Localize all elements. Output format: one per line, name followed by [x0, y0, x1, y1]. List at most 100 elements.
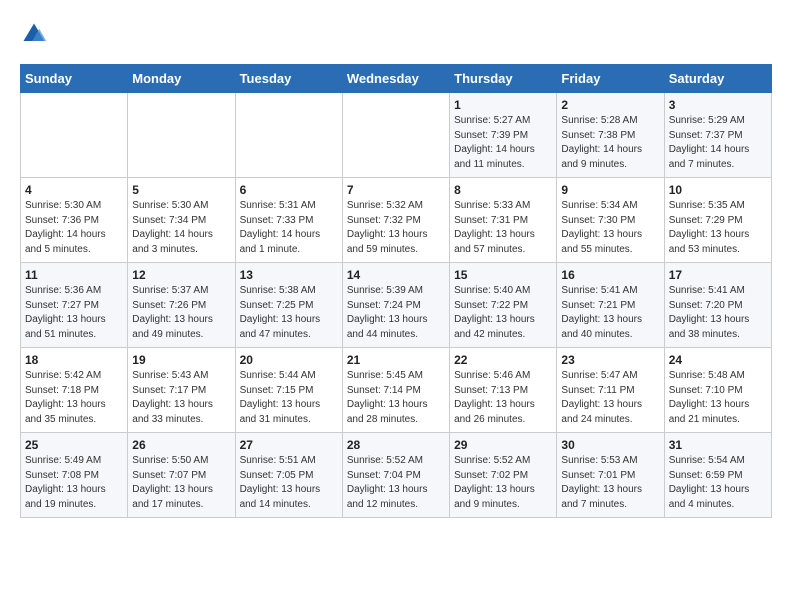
day-cell: 23 Sunrise: 5:47 AM Sunset: 7:11 PM Dayli…: [557, 348, 664, 433]
day-number: 26: [132, 438, 230, 452]
day-info: Sunrise: 5:53 AM Sunset: 7:01 PM Dayligh…: [561, 454, 659, 512]
day-cell: 7 Sunrise: 5:32 AM Sunset: 7:32 PM Daylig…: [342, 178, 449, 263]
week-row-3: 11Sunrise: 5:36 AM Sunset: 7:27 PM Dayli…: [21, 263, 772, 348]
day-info: Sunrise: 5:41 AM Sunset: 7:20 PM Dayligh…: [669, 284, 767, 342]
weekday-header-wednesday: Wednesday: [342, 65, 449, 93]
day-info: Sunrise: 5:27 AM Sunset: 7:39 PM Dayligh…: [454, 114, 552, 172]
calendar-table: SundayMondayTuesdayWednesdayThursdayFrid…: [20, 64, 772, 518]
day-cell: 17 Sunrise: 5:41 AM Sunset: 7:20 PM Dayli…: [664, 263, 771, 348]
weekday-header-monday: Monday: [128, 65, 235, 93]
day-number: 24: [669, 353, 767, 367]
day-number: 8: [454, 183, 552, 197]
day-number: 18: [25, 353, 123, 367]
day-cell: [128, 93, 235, 178]
day-cell: 15 Sunrise: 5:40 AM Sunset: 7:22 PM Dayli…: [450, 263, 557, 348]
day-info: Sunrise: 5:52 AM Sunset: 7:02 PM Dayligh…: [454, 454, 552, 512]
day-number: 12: [132, 268, 230, 282]
day-info: Sunrise: 5:34 AM Sunset: 7:30 PM Dayligh…: [561, 199, 659, 257]
day-info: Sunrise: 5:39 AM Sunset: 7:24 PM Dayligh…: [347, 284, 445, 342]
day-number: 19: [132, 353, 230, 367]
day-info: Sunrise: 5:28 AM Sunset: 7:38 PM Dayligh…: [561, 114, 659, 172]
day-info: Sunrise: 5:44 AM Sunset: 7:15 PM Dayligh…: [240, 369, 338, 427]
day-number: 29: [454, 438, 552, 452]
day-cell: 11Sunrise: 5:36 AM Sunset: 7:27 PM Dayli…: [21, 263, 128, 348]
day-number: 20: [240, 353, 338, 367]
day-cell: 4Sunrise: 5:30 AM Sunset: 7:36 PM Daylig…: [21, 178, 128, 263]
day-cell: 19 Sunrise: 5:43 AM Sunset: 7:17 PM Dayli…: [128, 348, 235, 433]
logo-icon: [20, 20, 48, 48]
day-cell: 6Sunrise: 5:31 AM Sunset: 7:33 PM Daylig…: [235, 178, 342, 263]
day-cell: 30 Sunrise: 5:53 AM Sunset: 7:01 PM Dayli…: [557, 433, 664, 518]
day-info: Sunrise: 5:35 AM Sunset: 7:29 PM Dayligh…: [669, 199, 767, 257]
day-number: 22: [454, 353, 552, 367]
day-cell: 24 Sunrise: 5:48 AM Sunset: 7:10 PM Dayli…: [664, 348, 771, 433]
weekday-header-row: SundayMondayTuesdayWednesdayThursdayFrid…: [21, 65, 772, 93]
day-cell: 1 Sunrise: 5:27 AM Sunset: 7:39 PM Daylig…: [450, 93, 557, 178]
day-cell: 20 Sunrise: 5:44 AM Sunset: 7:15 PM Dayli…: [235, 348, 342, 433]
day-cell: 28 Sunrise: 5:52 AM Sunset: 7:04 PM Dayli…: [342, 433, 449, 518]
day-info: Sunrise: 5:51 AM Sunset: 7:05 PM Dayligh…: [240, 454, 338, 512]
day-info: Sunrise: 5:52 AM Sunset: 7:04 PM Dayligh…: [347, 454, 445, 512]
day-number: 30: [561, 438, 659, 452]
day-cell: 26 Sunrise: 5:50 AM Sunset: 7:07 PM Dayli…: [128, 433, 235, 518]
day-cell: 9 Sunrise: 5:34 AM Sunset: 7:30 PM Daylig…: [557, 178, 664, 263]
day-info: Sunrise: 5:38 AM Sunset: 7:25 PM Dayligh…: [240, 284, 338, 342]
day-number: 3: [669, 98, 767, 112]
day-info: Sunrise: 5:49 AM Sunset: 7:08 PM Dayligh…: [25, 454, 123, 512]
day-number: 27: [240, 438, 338, 452]
week-row-1: 1 Sunrise: 5:27 AM Sunset: 7:39 PM Daylig…: [21, 93, 772, 178]
day-cell: 16Sunrise: 5:41 AM Sunset: 7:21 PM Dayli…: [557, 263, 664, 348]
day-info: Sunrise: 5:41 AM Sunset: 7:21 PM Dayligh…: [561, 284, 659, 342]
day-cell: 13 Sunrise: 5:38 AM Sunset: 7:25 PM Dayli…: [235, 263, 342, 348]
day-info: Sunrise: 5:47 AM Sunset: 7:11 PM Dayligh…: [561, 369, 659, 427]
weekday-header-tuesday: Tuesday: [235, 65, 342, 93]
day-info: Sunrise: 5:46 AM Sunset: 7:13 PM Dayligh…: [454, 369, 552, 427]
week-row-5: 25 Sunrise: 5:49 AM Sunset: 7:08 PM Dayli…: [21, 433, 772, 518]
day-info: Sunrise: 5:30 AM Sunset: 7:34 PM Dayligh…: [132, 199, 230, 257]
week-row-4: 18Sunrise: 5:42 AM Sunset: 7:18 PM Dayli…: [21, 348, 772, 433]
day-info: Sunrise: 5:43 AM Sunset: 7:17 PM Dayligh…: [132, 369, 230, 427]
day-info: Sunrise: 5:37 AM Sunset: 7:26 PM Dayligh…: [132, 284, 230, 342]
week-row-2: 4Sunrise: 5:30 AM Sunset: 7:36 PM Daylig…: [21, 178, 772, 263]
day-number: 17: [669, 268, 767, 282]
day-cell: 3 Sunrise: 5:29 AM Sunset: 7:37 PM Daylig…: [664, 93, 771, 178]
day-number: 31: [669, 438, 767, 452]
day-cell: 18Sunrise: 5:42 AM Sunset: 7:18 PM Dayli…: [21, 348, 128, 433]
weekday-header-thursday: Thursday: [450, 65, 557, 93]
day-number: 28: [347, 438, 445, 452]
day-cell: [342, 93, 449, 178]
day-number: 14: [347, 268, 445, 282]
day-info: Sunrise: 5:31 AM Sunset: 7:33 PM Dayligh…: [240, 199, 338, 257]
day-info: Sunrise: 5:29 AM Sunset: 7:37 PM Dayligh…: [669, 114, 767, 172]
day-number: 7: [347, 183, 445, 197]
day-info: Sunrise: 5:48 AM Sunset: 7:10 PM Dayligh…: [669, 369, 767, 427]
day-cell: 2Sunrise: 5:28 AM Sunset: 7:38 PM Daylig…: [557, 93, 664, 178]
day-cell: 31 Sunrise: 5:54 AM Sunset: 6:59 PM Dayli…: [664, 433, 771, 518]
day-cell: 29 Sunrise: 5:52 AM Sunset: 7:02 PM Dayli…: [450, 433, 557, 518]
logo: [20, 20, 52, 48]
day-number: 5: [132, 183, 230, 197]
day-number: 13: [240, 268, 338, 282]
day-number: 1: [454, 98, 552, 112]
day-info: Sunrise: 5:32 AM Sunset: 7:32 PM Dayligh…: [347, 199, 445, 257]
day-number: 9: [561, 183, 659, 197]
day-info: Sunrise: 5:36 AM Sunset: 7:27 PM Dayligh…: [25, 284, 123, 342]
day-number: 21: [347, 353, 445, 367]
day-info: Sunrise: 5:50 AM Sunset: 7:07 PM Dayligh…: [132, 454, 230, 512]
day-cell: [21, 93, 128, 178]
day-cell: 8 Sunrise: 5:33 AM Sunset: 7:31 PM Daylig…: [450, 178, 557, 263]
day-number: 15: [454, 268, 552, 282]
day-info: Sunrise: 5:54 AM Sunset: 6:59 PM Dayligh…: [669, 454, 767, 512]
day-number: 23: [561, 353, 659, 367]
day-cell: 21Sunrise: 5:45 AM Sunset: 7:14 PM Dayli…: [342, 348, 449, 433]
weekday-header-sunday: Sunday: [21, 65, 128, 93]
weekday-header-saturday: Saturday: [664, 65, 771, 93]
day-cell: 10Sunrise: 5:35 AM Sunset: 7:29 PM Dayli…: [664, 178, 771, 263]
day-info: Sunrise: 5:40 AM Sunset: 7:22 PM Dayligh…: [454, 284, 552, 342]
day-cell: 12 Sunrise: 5:37 AM Sunset: 7:26 PM Dayli…: [128, 263, 235, 348]
day-info: Sunrise: 5:33 AM Sunset: 7:31 PM Dayligh…: [454, 199, 552, 257]
page-header: [20, 20, 772, 48]
day-number: 4: [25, 183, 123, 197]
day-cell: 27 Sunrise: 5:51 AM Sunset: 7:05 PM Dayli…: [235, 433, 342, 518]
day-number: 25: [25, 438, 123, 452]
